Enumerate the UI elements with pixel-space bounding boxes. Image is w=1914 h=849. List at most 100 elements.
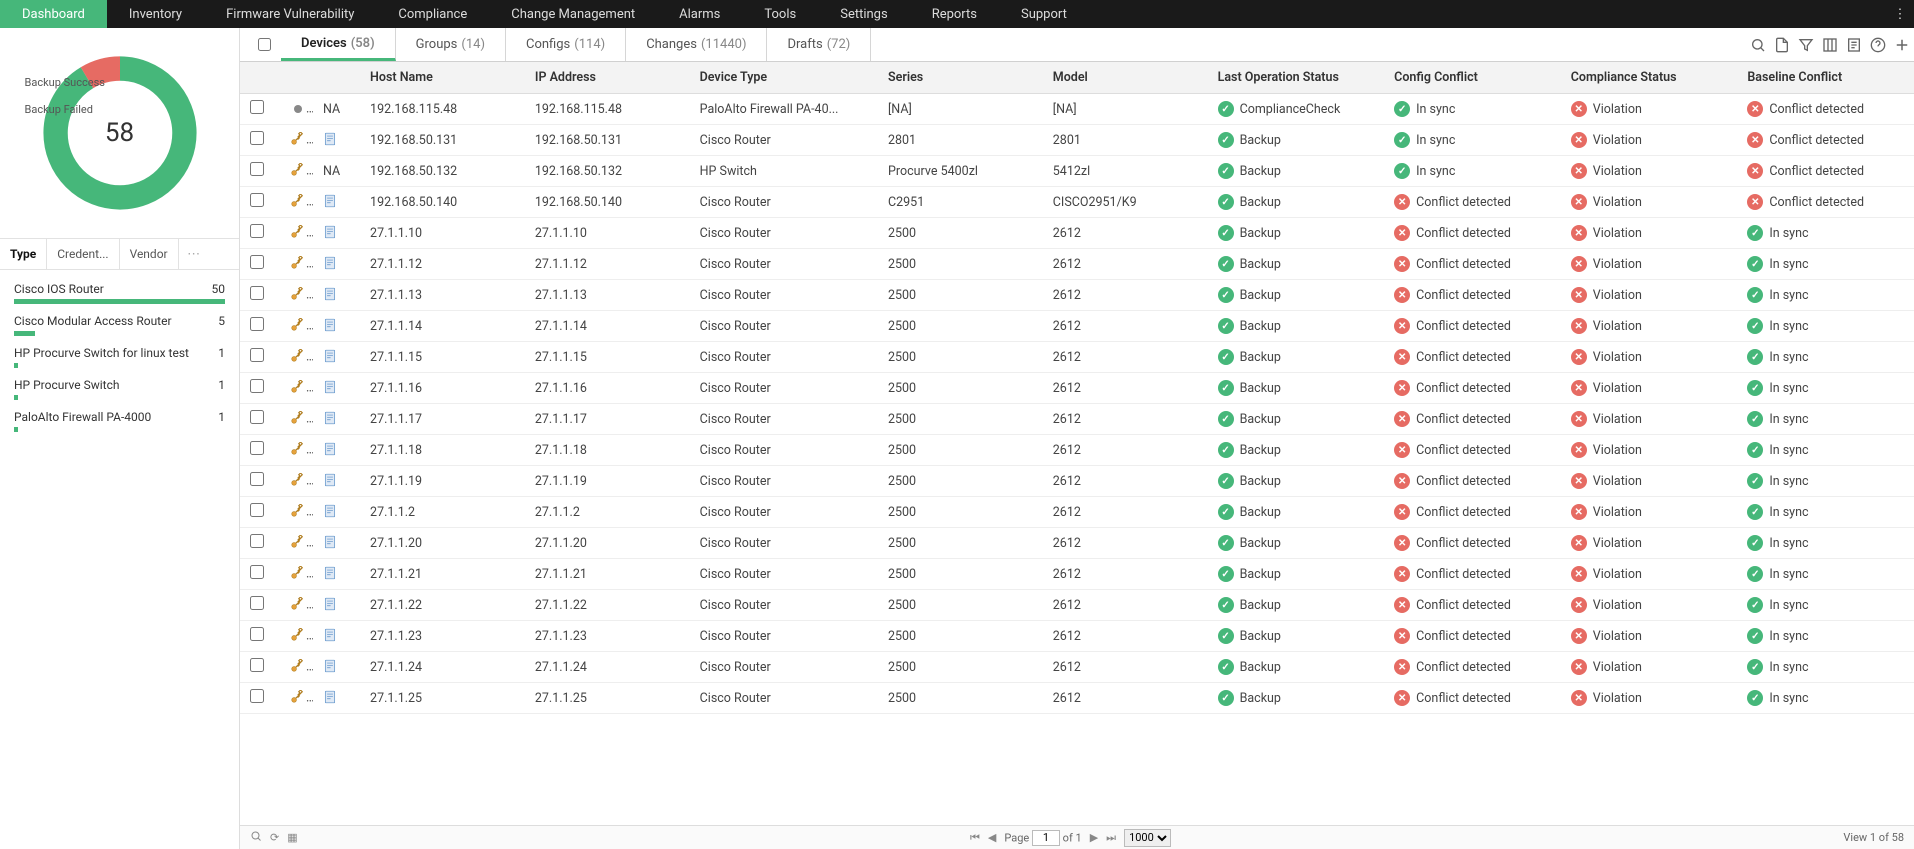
table-row[interactable]: NA192.168.50.132192.168.50.132HP SwitchP… [240, 156, 1914, 187]
type-label: HP Procurve Switch [14, 378, 120, 392]
row-checkbox[interactable] [250, 689, 264, 703]
type-row[interactable]: Cisco Modular Access Router5 [14, 314, 225, 336]
cell-ip: 27.1.1.14 [525, 311, 690, 342]
col-baseline-conflict[interactable]: Baseline Conflict [1737, 62, 1914, 94]
tab-drafts[interactable]: Drafts (72) [767, 28, 871, 61]
report-icon[interactable] [1842, 28, 1866, 61]
table-row[interactable]: 27.1.1.1827.1.1.18Cisco Router25002612✓B… [240, 435, 1914, 466]
type-row[interactable]: HP Procurve Switch for linux test1 [14, 346, 225, 368]
row-checkbox[interactable] [250, 472, 264, 486]
page-input[interactable] [1032, 830, 1060, 846]
nav-reports[interactable]: Reports [910, 0, 999, 28]
row-checkbox[interactable] [250, 379, 264, 393]
col-config-conflict[interactable]: Config Conflict [1384, 62, 1561, 94]
col-series[interactable]: Series [878, 62, 1043, 94]
type-row[interactable]: HP Procurve Switch1 [14, 378, 225, 400]
kebab-menu-icon[interactable]: ⋮ [1886, 0, 1914, 28]
nav-firmware-vulnerability[interactable]: Firmware Vulnerability [204, 0, 376, 28]
table-row[interactable]: 27.1.1.2327.1.1.23Cisco Router25002612✓B… [240, 621, 1914, 652]
sidetab-vendor[interactable]: Vendor [120, 239, 179, 269]
row-checkbox[interactable] [250, 627, 264, 641]
type-row[interactable]: Cisco IOS Router50 [14, 282, 225, 304]
nav-tools[interactable]: Tools [742, 0, 818, 28]
cell-series: 2500 [878, 528, 1043, 559]
row-checkbox[interactable] [250, 100, 264, 114]
nav-settings[interactable]: Settings [818, 0, 909, 28]
first-page-icon[interactable]: ⏮ [970, 831, 980, 845]
table-row[interactable]: 27.1.1.1227.1.1.12Cisco Router25002612✓B… [240, 249, 1914, 280]
row-checkbox[interactable] [250, 658, 264, 672]
row-checkbox[interactable] [250, 162, 264, 176]
col-icon[interactable] [280, 62, 313, 94]
row-checkbox[interactable] [250, 131, 264, 145]
footer-refresh-icon[interactable]: ⟳ [270, 831, 279, 844]
check-icon: ✓ [1747, 411, 1763, 427]
sidetab-more-icon[interactable]: ⋯ [179, 239, 209, 269]
table-row[interactable]: 27.1.1.2227.1.1.22Cisco Router25002612✓B… [240, 590, 1914, 621]
row-checkbox[interactable] [250, 596, 264, 610]
table-row[interactable]: 27.1.1.2527.1.1.25Cisco Router25002612✓B… [240, 683, 1914, 714]
table-row[interactable]: 27.1.1.1527.1.1.15Cisco Router25002612✓B… [240, 342, 1914, 373]
search-icon[interactable] [1746, 28, 1770, 61]
table-row[interactable]: 27.1.1.1327.1.1.13Cisco Router25002612✓B… [240, 280, 1914, 311]
per-page-select[interactable]: 1000 [1124, 829, 1171, 847]
table-row[interactable]: 27.1.1.2127.1.1.21Cisco Router25002612✓B… [240, 559, 1914, 590]
row-checkbox[interactable] [250, 193, 264, 207]
table-row[interactable]: 27.1.1.1727.1.1.17Cisco Router25002612✓B… [240, 404, 1914, 435]
cell-cc: ✕Conflict detected [1384, 590, 1561, 621]
prev-page-icon[interactable]: ◀ [988, 831, 996, 844]
row-checkbox[interactable] [250, 441, 264, 455]
col-compliance-status[interactable]: Compliance Status [1561, 62, 1738, 94]
col-device-type[interactable]: Device Type [690, 62, 878, 94]
footer-grid-icon[interactable]: ▦ [287, 831, 297, 844]
row-checkbox[interactable] [250, 503, 264, 517]
row-checkbox[interactable] [250, 224, 264, 238]
row-checkbox[interactable] [250, 410, 264, 424]
table-row[interactable]: 27.1.1.227.1.1.2Cisco Router25002612✓Bac… [240, 497, 1914, 528]
col-icon[interactable] [240, 62, 280, 94]
table-row[interactable]: 192.168.50.131192.168.50.131Cisco Router… [240, 125, 1914, 156]
col-model[interactable]: Model [1043, 62, 1208, 94]
table-row[interactable]: 27.1.1.1927.1.1.19Cisco Router25002612✓B… [240, 466, 1914, 497]
nav-alarms[interactable]: Alarms [657, 0, 742, 28]
last-page-icon[interactable]: ⏭ [1106, 831, 1116, 845]
tab-groups[interactable]: Groups (14) [396, 28, 506, 61]
export-pdf-icon[interactable] [1770, 28, 1794, 61]
table-row[interactable]: 27.1.1.1027.1.1.10Cisco Router25002612✓B… [240, 218, 1914, 249]
col-host-name[interactable]: Host Name [360, 62, 525, 94]
columns-icon[interactable] [1818, 28, 1842, 61]
row-checkbox[interactable] [250, 317, 264, 331]
table-row[interactable]: 27.1.1.1427.1.1.14Cisco Router25002612✓B… [240, 311, 1914, 342]
nav-inventory[interactable]: Inventory [107, 0, 204, 28]
col-last-operation-status[interactable]: Last Operation Status [1208, 62, 1385, 94]
row-checkbox[interactable] [250, 255, 264, 269]
nav-change-management[interactable]: Change Management [489, 0, 657, 28]
filter-icon[interactable] [1794, 28, 1818, 61]
tab-configs[interactable]: Configs (114) [506, 28, 626, 61]
sidetab-type[interactable]: Type [0, 239, 47, 269]
table-row[interactable]: 27.1.1.2427.1.1.24Cisco Router25002612✓B… [240, 652, 1914, 683]
help-icon[interactable] [1866, 28, 1890, 61]
next-page-icon[interactable]: ▶ [1090, 831, 1098, 844]
row-checkbox[interactable] [250, 534, 264, 548]
table-row[interactable]: 27.1.1.2027.1.1.20Cisco Router25002612✓B… [240, 528, 1914, 559]
table-row[interactable]: 192.168.50.140192.168.50.140Cisco Router… [240, 187, 1914, 218]
row-checkbox[interactable] [250, 348, 264, 362]
table-row[interactable]: NA192.168.115.48192.168.115.48PaloAlto F… [240, 94, 1914, 125]
nav-dashboard[interactable]: Dashboard [0, 0, 107, 28]
type-row[interactable]: PaloAlto Firewall PA-40001 [14, 410, 225, 432]
row-checkbox[interactable] [250, 286, 264, 300]
tab-devices[interactable]: Devices (58) [281, 28, 396, 61]
footer-search-icon[interactable] [250, 830, 262, 845]
col-ip-address[interactable]: IP Address [525, 62, 690, 94]
select-all-checkbox[interactable] [258, 38, 271, 51]
nav-support[interactable]: Support [999, 0, 1089, 28]
table-row[interactable]: 27.1.1.1627.1.1.16Cisco Router25002612✓B… [240, 373, 1914, 404]
row-checkbox[interactable] [250, 565, 264, 579]
col-icon[interactable] [313, 62, 360, 94]
sidetab-credent[interactable]: Credent... [47, 239, 119, 269]
tab-changes[interactable]: Changes (11440) [626, 28, 767, 61]
add-icon[interactable] [1890, 28, 1914, 61]
cell-ip: 192.168.115.48 [525, 94, 690, 125]
nav-compliance[interactable]: Compliance [376, 0, 489, 28]
